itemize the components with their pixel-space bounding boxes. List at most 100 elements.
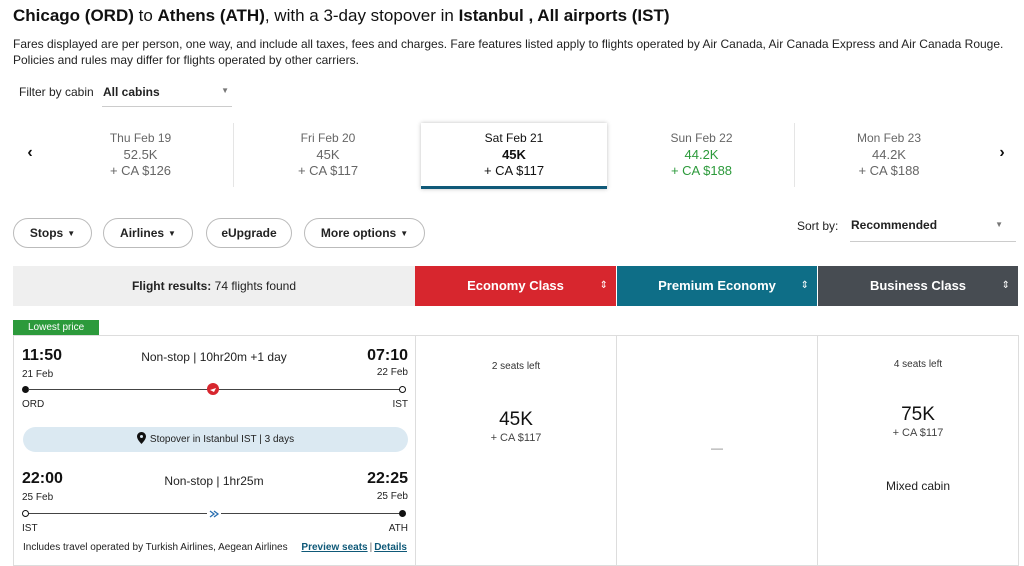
stops-filter-button[interactable]: Stops ▼	[13, 218, 92, 248]
business-points: 75K	[901, 404, 935, 425]
next-dates-button[interactable]: ›	[994, 144, 1010, 162]
stops-label: Stops	[29, 226, 64, 240]
caret-down-icon: ▼	[400, 229, 409, 238]
business-class-header[interactable]: Business Class ⇕	[818, 266, 1018, 306]
date-option-selected[interactable]: Sat Feb 21 45K + CA $117	[421, 123, 607, 189]
date-points: 52.5K	[123, 147, 158, 162]
preview-seats-link[interactable]: Preview seats	[301, 542, 367, 553]
flight-links: Preview seats | Details	[301, 542, 407, 553]
stopover-city: Istanbul , All airports (IST)	[458, 6, 670, 25]
economy-points: 45K	[499, 409, 533, 430]
operated-by-note: Includes travel operated by Turkish Airl…	[23, 542, 288, 553]
title-to: to	[133, 6, 158, 25]
seg1-departure-time: 11:50	[22, 347, 63, 364]
eupgrade-filter-button[interactable]: eUpgrade	[206, 218, 292, 248]
seg2-arrival-time: 22:25	[367, 470, 408, 487]
seg1-origin-code: ORD	[22, 399, 45, 410]
economy-seats-left: 2 seats left	[491, 361, 541, 372]
seg1-arrival-time: 07:10	[367, 347, 408, 364]
economy-class-header[interactable]: Economy Class ⇕	[415, 266, 616, 306]
destination: Athens (ATH)	[157, 6, 265, 25]
location-pin-icon	[136, 429, 146, 454]
mixed-cabin-note: Mixed cabin	[885, 479, 951, 493]
date-option[interactable]: Thu Feb 19 52.5K + CA $126	[48, 123, 234, 187]
date-points: 44.2K	[872, 147, 906, 162]
flight-itinerary-card: 11:50 21 Feb Non-stop | 10hr20m +1 day 0…	[13, 335, 416, 566]
prev-dates-button[interactable]: ‹	[22, 144, 38, 162]
date-cash: + CA $126	[109, 163, 172, 178]
sort-arrows-icon: ⇕	[599, 280, 608, 291]
origin: Chicago (ORD)	[13, 6, 134, 25]
caret-down-icon: ▼	[995, 220, 1003, 229]
business-cash: + CA $117	[892, 427, 944, 439]
date-cash: + CA $117	[297, 163, 359, 178]
airlines-label: Airlines	[120, 226, 165, 240]
eupgrade-label: eUpgrade	[221, 226, 277, 240]
business-seats-left: 4 seats left	[893, 359, 943, 370]
more-options-label: More options	[320, 226, 397, 240]
date-cash: + CA $117	[483, 163, 545, 178]
economy-label: Economy Class	[467, 278, 564, 293]
seg2-destination-code: ATH	[388, 523, 408, 534]
seg2-origin-code: IST	[22, 523, 38, 534]
more-options-button[interactable]: More options ▼	[304, 218, 425, 248]
sort-arrows-icon: ⇕	[1001, 280, 1010, 291]
seg1-destination-code: IST	[392, 399, 408, 410]
link-separator: |	[369, 542, 373, 553]
date-cash: + CA $188	[858, 163, 920, 178]
results-label: Flight results:	[131, 279, 212, 293]
premium-unavailable: —	[711, 441, 723, 455]
sort-label: Sort by:	[797, 219, 839, 233]
date-option[interactable]: Fri Feb 20 45K + CA $117	[235, 123, 421, 187]
caret-down-icon: ▼	[221, 86, 229, 95]
details-link[interactable]: Details	[374, 542, 407, 553]
date-day: Sat Feb 21	[484, 131, 544, 145]
seg2-duration: Non-stop | 1hr25m	[164, 474, 264, 488]
caret-down-icon: ▼	[168, 229, 176, 238]
destination-dot	[399, 510, 406, 517]
date-day: Fri Feb 20	[300, 131, 356, 145]
stopover-text: Stopover in Istanbul IST | 3 days	[149, 434, 295, 445]
results-summary: Flight results: 74 flights found	[13, 266, 415, 306]
date-option[interactable]: Sun Feb 22 44.2K + CA $188	[609, 123, 795, 187]
airlines-filter-button[interactable]: Airlines ▼	[103, 218, 193, 248]
date-option[interactable]: Mon Feb 23 44.2K + CA $188	[796, 123, 982, 187]
destination-dot	[399, 386, 406, 393]
economy-fare-cell[interactable]: 2 seats left 45K + CA $117	[415, 335, 617, 566]
premium-label: Premium Economy	[658, 278, 776, 293]
date-day: Sun Feb 22	[670, 131, 733, 145]
date-cash: + CA $188	[670, 163, 733, 178]
seg2-arrival-date: 25 Feb	[376, 491, 408, 502]
premium-economy-header[interactable]: Premium Economy ⇕	[617, 266, 817, 306]
results-count: 74 flights found	[214, 279, 297, 293]
business-label: Business Class	[869, 278, 967, 293]
date-points: 44.2K	[684, 147, 719, 162]
turkish-airlines-logo-icon	[207, 383, 219, 395]
sort-value: Recommended	[851, 218, 938, 232]
title-stopover-text: , with a 3-day stopover in	[264, 6, 459, 25]
date-points: 45K	[502, 147, 526, 162]
date-day: Mon Feb 23	[856, 131, 922, 145]
aegean-airlines-logo-icon	[207, 507, 221, 519]
page-title: Chicago (ORD) to Athens (ATH), with a 3-…	[13, 6, 670, 26]
filter-cabin-label: Filter by cabin	[19, 85, 94, 99]
sort-select[interactable]: Recommended ▼	[850, 212, 1016, 242]
seg1-arrival-date: 22 Feb	[376, 367, 408, 378]
economy-cash: + CA $117	[490, 432, 542, 444]
premium-economy-fare-cell: —	[616, 335, 818, 566]
lowest-price-badge: Lowest price	[13, 320, 100, 335]
seg2-departure-time: 22:00	[22, 470, 63, 487]
fare-disclaimer: Fares displayed are per person, one way,…	[13, 37, 1004, 67]
seg1-duration: Non-stop | 10hr20m +1 day	[141, 350, 287, 364]
seg1-departure-date: 21 Feb	[22, 369, 54, 380]
seg2-departure-date: 25 Feb	[22, 492, 54, 503]
stopover-banner: Stopover in Istanbul IST | 3 days	[23, 427, 408, 452]
filter-cabin-select[interactable]: All cabins ▼	[102, 80, 232, 107]
sort-arrows-icon: ⇕	[800, 280, 809, 291]
filter-cabin-value: All cabins	[103, 85, 160, 99]
date-carousel: Thu Feb 19 52.5K + CA $126 Fri Feb 20 45…	[48, 123, 984, 189]
business-fare-cell[interactable]: 4 seats left 75K + CA $117 Mixed cabin	[817, 335, 1019, 566]
origin-dot	[22, 510, 29, 517]
date-points: 45K	[316, 147, 340, 162]
caret-down-icon: ▼	[67, 229, 76, 238]
